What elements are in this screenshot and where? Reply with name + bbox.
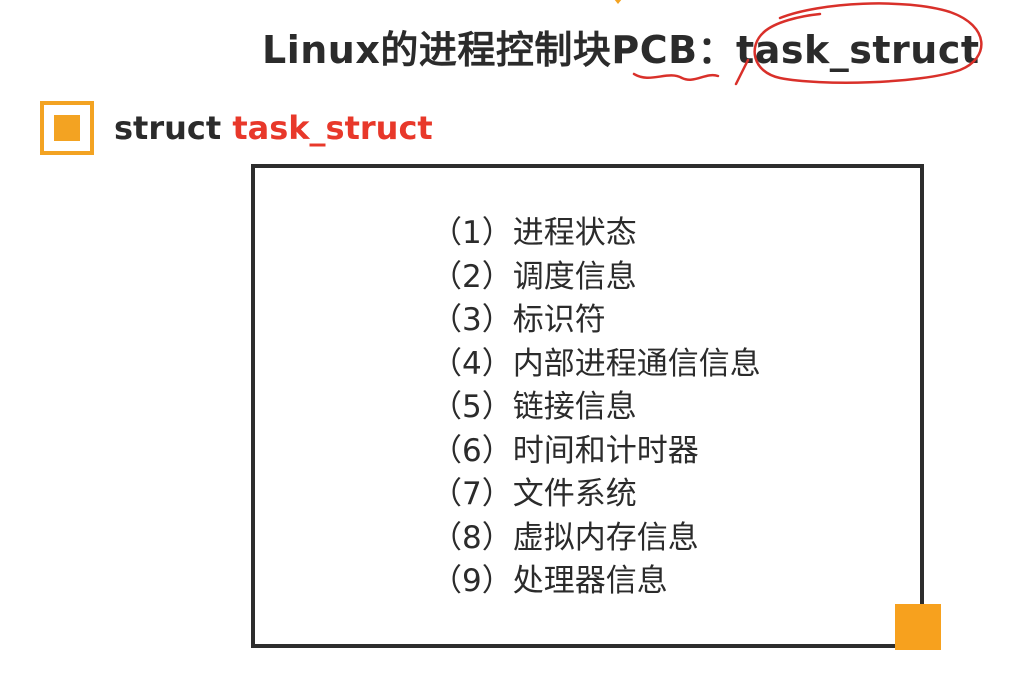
orange-square-bullet-icon xyxy=(40,101,94,155)
list-item: （7）文件系统 xyxy=(431,476,637,512)
list-item: （9）处理器信息 xyxy=(431,563,668,599)
top-marker-icon xyxy=(610,0,626,4)
list-item: （4）内部进程通信信息 xyxy=(431,345,761,382)
list-item: （3）标识符 xyxy=(431,302,606,338)
list-item: （2）调度信息 xyxy=(431,258,637,295)
struct-name: task_struct xyxy=(232,109,433,147)
bullet-inner-square xyxy=(54,115,80,141)
list-item: （1）进程状态 xyxy=(431,215,637,251)
pcb-fields-list: （1）进程状态 （2）调度信息 （3）标识符 （4）内部进程通信信息 （5）链接… xyxy=(431,212,761,604)
struct-keyword: struct xyxy=(114,109,233,147)
list-item: （5）链接信息 xyxy=(431,389,637,425)
pcb-fields-box: （1）进程状态 （2）调度信息 （3）标识符 （4）内部进程通信信息 （5）链接… xyxy=(251,164,924,648)
struct-heading: struct task_struct xyxy=(114,104,433,152)
page-title: Linux的进程控制块PCB：task_struct xyxy=(262,28,980,72)
orange-corner-square xyxy=(895,604,941,650)
list-item: （8）虚拟内存信息 xyxy=(431,519,699,556)
list-item: （6）时间和计时器 xyxy=(431,432,699,469)
